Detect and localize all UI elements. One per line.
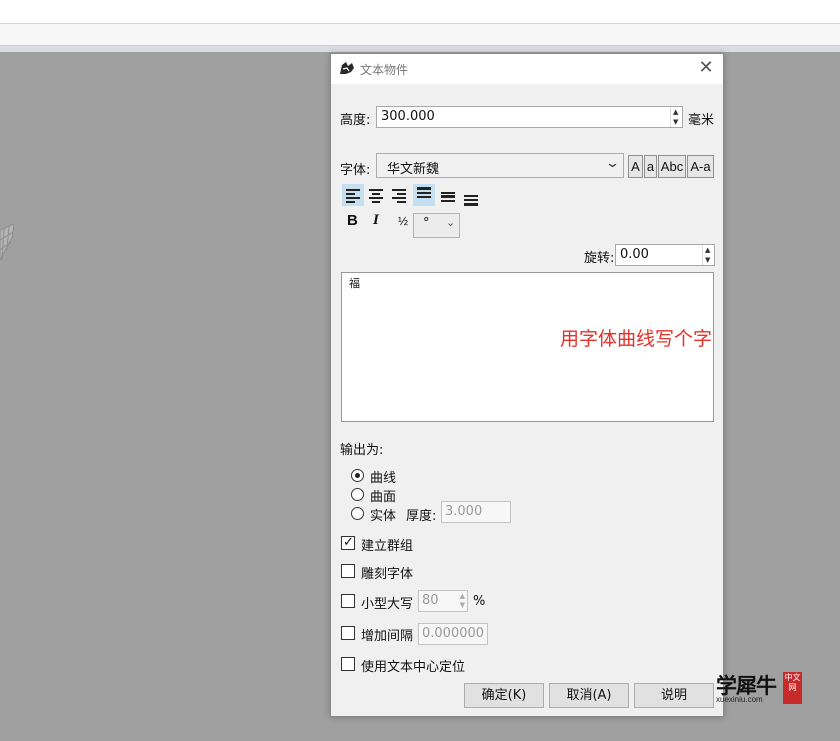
grid-fragment (0, 223, 14, 261)
radio-surface[interactable] (351, 488, 364, 501)
help-button[interactable]: 说明 (634, 683, 714, 708)
align-left-button[interactable] (342, 184, 364, 206)
center-checkbox[interactable] (341, 657, 355, 671)
rotation-value: 0.00 (620, 247, 649, 262)
radio-curve[interactable] (351, 469, 364, 482)
radio-solid[interactable] (351, 507, 364, 520)
bold-button[interactable]: B (347, 212, 358, 229)
height-input[interactable]: 300.000 ▲ ▼ (376, 106, 683, 128)
engrave-checkbox[interactable] (341, 564, 355, 578)
height-unit: 毫米 (688, 113, 715, 128)
height-label: 高度: (340, 113, 371, 128)
rotation-input[interactable]: 0.00 ▲ ▼ (615, 244, 715, 266)
annotation-text: 用字体曲线写个字 (560, 328, 713, 350)
engrave-label: 雕刻字体 (361, 567, 414, 582)
rotation-spinner[interactable]: ▲ ▼ (702, 245, 714, 265)
close-button[interactable]: ✕ (695, 58, 717, 80)
watermark-site: xuexiniu.com (716, 695, 763, 704)
case-upper-button[interactable]: A (628, 155, 643, 178)
valign-top-button[interactable] (413, 184, 435, 206)
small-caps-unit: % (473, 594, 486, 609)
dialog-title: 文本物件 (360, 63, 409, 77)
chevron-down-icon: ⌄ (604, 156, 621, 171)
spacing-checkbox[interactable] (341, 626, 355, 640)
group-checkbox[interactable]: ✓ (341, 535, 355, 550)
small-caps-input[interactable]: 80 ▲ ▼ (418, 590, 468, 612)
chevron-down-icon: ⌄ (446, 216, 456, 229)
case-mixed-button[interactable]: A-a (687, 155, 714, 178)
valign-bottom-button[interactable] (460, 187, 482, 209)
align-right-button[interactable] (388, 184, 410, 206)
center-label: 使用文本中心定位 (361, 660, 466, 675)
checkmark-icon: ✓ (343, 535, 354, 550)
radio-surface-label: 曲面 (370, 490, 397, 505)
radio-curve-label: 曲线 (370, 471, 397, 486)
symbol-select[interactable]: ° ⌄ (413, 213, 460, 238)
font-value: 华文新魏 (387, 162, 440, 177)
spacing-input[interactable]: 0.000000 (418, 623, 488, 645)
group-label: 建立群组 (361, 539, 414, 554)
thickness-value: 3.000 (445, 504, 483, 519)
app-toolbar (0, 0, 840, 24)
spacing-label: 增加间隔 (361, 629, 414, 644)
watermark-logo: 学犀牛 xuexiniu.com 中文网 (712, 668, 806, 708)
app-toolbar-secondary (0, 24, 840, 46)
symbol-value: ° (423, 216, 430, 231)
fraction-button[interactable]: ½ (398, 214, 408, 228)
ok-button[interactable]: 确定(K) (464, 683, 544, 708)
cancel-button[interactable]: 取消(A) (549, 683, 629, 708)
spacing-value: 0.000000 (422, 626, 485, 641)
rhino-icon (340, 62, 354, 74)
small-caps-value: 80 (422, 593, 439, 608)
height-value: 300.000 (381, 109, 435, 124)
italic-button[interactable]: I (373, 212, 379, 229)
valign-middle-button[interactable] (437, 184, 459, 206)
small-caps-checkbox[interactable] (341, 594, 355, 608)
case-lower-button[interactable]: a (644, 155, 657, 178)
case-title-button[interactable]: Abc (658, 155, 686, 178)
small-caps-spinner[interactable]: ▲ ▼ (460, 592, 465, 610)
close-icon: ✕ (698, 57, 714, 78)
dialog-titlebar: 文本物件 ✕ (331, 54, 723, 84)
align-center-button[interactable] (365, 184, 387, 206)
small-caps-label: 小型大写 (361, 597, 414, 612)
text-content: 福 (349, 277, 360, 290)
output-label: 输出为: (340, 443, 384, 458)
text-object-dialog: 文本物件 ✕ 高度: 300.000 ▲ ▼ 毫米 字体: 华文新魏 ⌄ A a … (330, 53, 724, 717)
watermark-seal: 中文网 (783, 672, 802, 704)
thickness-input[interactable]: 3.000 (441, 501, 511, 523)
font-select[interactable]: 华文新魏 ⌄ (376, 153, 624, 178)
font-label: 字体: (340, 163, 371, 178)
height-spinner[interactable]: ▲ ▼ (670, 107, 682, 127)
rotation-label: 旋转: (584, 251, 615, 266)
thickness-label: 厚度: (406, 509, 437, 524)
radio-solid-label: 实体 (370, 509, 397, 524)
